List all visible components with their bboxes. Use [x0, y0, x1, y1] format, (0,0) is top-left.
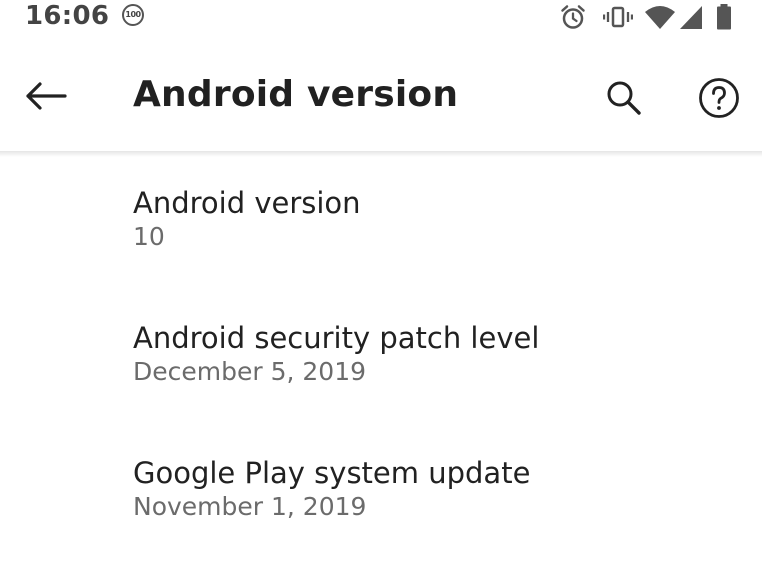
status-time: 16:06	[25, 1, 110, 31]
pref-title: Android version	[133, 186, 361, 220]
pref-summary: December 5, 2019	[133, 357, 367, 386]
notification-badge-count: 100	[125, 10, 141, 19]
app-bar: Android version	[0, 36, 762, 152]
status-bar: 16:06 100	[0, 0, 762, 36]
wifi-icon	[645, 6, 675, 29]
search-icon	[607, 81, 641, 115]
list-item-google-play-system-update[interactable]: Google Play system update November 1, 20…	[0, 455, 762, 555]
help-button[interactable]	[691, 72, 747, 124]
help-icon	[699, 78, 739, 118]
battery-icon	[717, 4, 731, 30]
app-bar-divider	[0, 151, 762, 157]
vibrate-icon	[603, 6, 633, 28]
page-title: Android version	[133, 74, 459, 115]
pref-summary: November 1, 2019	[133, 492, 367, 521]
arrow-back-icon	[26, 82, 67, 110]
back-button[interactable]	[18, 70, 74, 122]
list-item-android-version[interactable]: Android version 10	[0, 185, 762, 285]
list-item-security-patch-level[interactable]: Android security patch level December 5,…	[0, 320, 762, 420]
pref-title: Google Play system update	[133, 456, 531, 490]
notification-badge-icon: 100	[122, 4, 144, 26]
android-settings-screen: 16:06 100 Android version Android versio…	[0, 0, 762, 573]
alarm-icon	[561, 5, 585, 29]
pref-title: Android security patch level	[133, 321, 540, 355]
cell-signal-icon	[680, 6, 702, 29]
search-button[interactable]	[596, 72, 652, 124]
pref-summary: 10	[133, 222, 165, 251]
